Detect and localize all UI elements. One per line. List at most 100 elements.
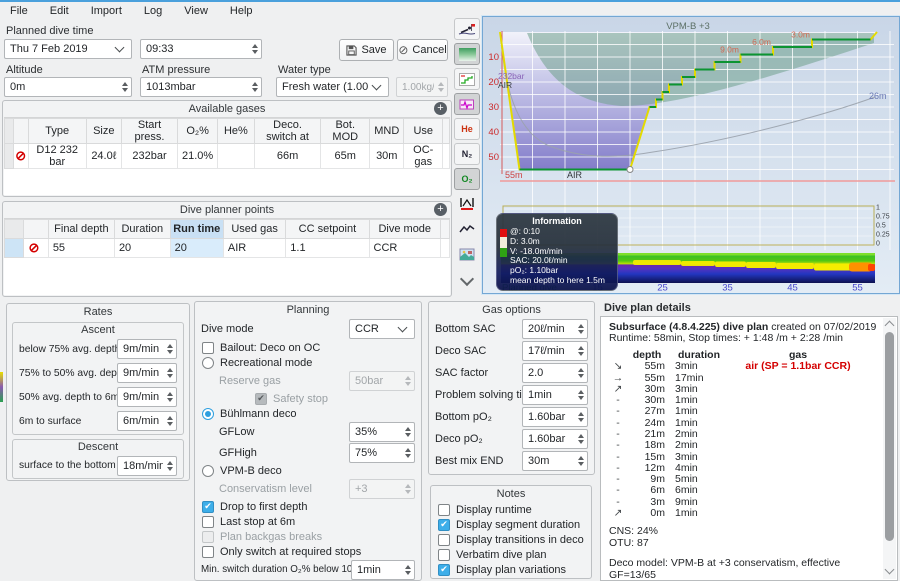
photos-icon[interactable] — [454, 243, 480, 265]
diver-icon[interactable] — [454, 18, 480, 40]
scrollbar-thumb[interactable] — [885, 332, 894, 541]
option-spinner[interactable]: 1.60bar — [522, 429, 588, 449]
column-header[interactable]: Bot. MOD — [321, 119, 370, 144]
table-cell[interactable]: D12 232 bar — [28, 144, 86, 169]
heart-rate-icon[interactable] — [454, 93, 480, 115]
column-header[interactable]: Run time — [170, 220, 223, 239]
only-switch-checkbox[interactable] — [202, 546, 214, 558]
column-header[interactable]: CC setpoint — [286, 220, 369, 239]
atm-pressure-spinner[interactable]: 1013mbar — [140, 77, 262, 97]
gflow-spinner[interactable]: 35% — [349, 422, 415, 442]
spinner-arrows[interactable] — [401, 376, 414, 386]
dive-date-select[interactable]: Thu 7 Feb 2019 — [4, 39, 132, 59]
spinner-arrows[interactable] — [574, 456, 587, 466]
column-header[interactable]: Start press. — [121, 119, 177, 144]
option-spinner[interactable]: 9m/min — [117, 363, 177, 383]
spinner-arrows[interactable] — [401, 448, 414, 458]
table-cell[interactable]: 65m — [321, 144, 370, 169]
profile-handle[interactable] — [627, 167, 633, 173]
spinner-arrows[interactable] — [434, 82, 447, 92]
menu-edit[interactable]: Edit — [50, 5, 69, 17]
option-spinner[interactable]: 6m/min — [117, 411, 177, 431]
spinner-arrows[interactable] — [574, 324, 587, 334]
column-header[interactable]: Final depth — [48, 220, 114, 239]
spinner-arrows[interactable] — [574, 390, 587, 400]
delete-point-icon[interactable] — [28, 240, 39, 255]
ceiling-3m-increments-icon[interactable] — [454, 68, 480, 90]
column-header[interactable]: Use — [404, 119, 443, 144]
water-type-select[interactable]: Fresh water (1.00kg/ℓ) — [276, 77, 389, 97]
table-cell[interactable]: 232bar — [121, 144, 177, 169]
option-spinner[interactable]: 1.60bar — [522, 407, 588, 427]
row-header[interactable] — [5, 239, 24, 258]
spinner-arrows[interactable] — [574, 346, 587, 356]
column-header[interactable]: Duration — [114, 220, 170, 239]
dive-time-spinner[interactable]: 09:33 — [140, 39, 262, 59]
spinner-arrows[interactable] — [401, 484, 414, 494]
column-header[interactable]: Deco. switch at — [254, 119, 321, 144]
spinner-arrows[interactable] — [248, 82, 261, 92]
bailout-checkbox[interactable] — [202, 342, 214, 354]
option-spinner[interactable]: 9m/min — [117, 387, 177, 407]
menu-import[interactable]: Import — [91, 5, 122, 17]
option-spinner[interactable]: 2.0 — [522, 363, 588, 383]
table-cell[interactable]: OC-gas — [404, 144, 443, 169]
delete-gas-icon[interactable] — [15, 148, 26, 163]
note-checkbox[interactable] — [438, 549, 450, 561]
option-spinner[interactable]: 20ℓ/min — [522, 319, 588, 339]
spinner-arrows[interactable] — [574, 368, 587, 378]
note-checkbox[interactable] — [438, 504, 450, 516]
nitrogen-pp-icon[interactable]: N₂ — [454, 143, 480, 165]
ruler-icon[interactable] — [454, 193, 480, 215]
table-cell[interactable]: 66m — [254, 144, 321, 169]
drop-to-first-depth-checkbox[interactable] — [202, 501, 214, 513]
row-header[interactable] — [5, 144, 14, 169]
spinner-arrows[interactable] — [574, 412, 587, 422]
table-cell[interactable]: 20 — [114, 239, 170, 258]
gas-row[interactable]: D12 232 bar24.0ℓ232bar21.0%66m65m30mOC-g… — [5, 144, 450, 169]
table-cell[interactable]: CCR — [369, 239, 440, 258]
spinner-arrows[interactable] — [574, 434, 587, 444]
tissue-saturation-icon[interactable] — [454, 218, 480, 240]
option-spinner[interactable]: 1min — [522, 385, 588, 405]
column-header[interactable]: O₂% — [178, 119, 218, 144]
menu-file[interactable]: File — [10, 5, 28, 17]
cancel-button[interactable]: ⊘ Cancel — [397, 39, 448, 61]
helium-pp-icon[interactable]: He — [454, 118, 480, 140]
option-spinner[interactable]: 30m — [522, 451, 588, 471]
spinner-arrows[interactable] — [401, 427, 414, 437]
min-switch-spinner[interactable]: 1min — [351, 560, 415, 580]
scroll-up-arrow[interactable] — [885, 321, 895, 331]
menu-help[interactable]: Help — [230, 5, 253, 17]
scroll-down-arrow[interactable] — [885, 565, 895, 575]
column-header[interactable]: Used gas — [223, 220, 285, 239]
option-spinner[interactable]: 9m/min — [117, 339, 177, 359]
option-spinner[interactable]: 18m/min — [117, 456, 177, 476]
last-stop-6m-checkbox[interactable] — [202, 516, 214, 528]
note-checkbox[interactable] — [438, 534, 450, 546]
note-checkbox[interactable] — [438, 519, 450, 531]
add-dive-point-button[interactable] — [434, 203, 447, 216]
gfhigh-spinner[interactable]: 75% — [349, 443, 415, 463]
details-scrollbar[interactable] — [883, 318, 896, 579]
spinner-arrows[interactable] — [163, 416, 176, 426]
spinner-arrows[interactable] — [401, 565, 414, 575]
ceiling-gradient-icon[interactable] — [454, 43, 480, 65]
table-cell[interactable]: AIR — [223, 239, 285, 258]
dive-point-row[interactable]: 552020AIR1.1CCR — [5, 239, 450, 258]
spinner-arrows[interactable] — [248, 44, 261, 54]
oxygen-pp-icon[interactable]: O₂ — [454, 168, 480, 190]
column-header[interactable]: Size — [86, 119, 121, 144]
column-header[interactable]: MND — [370, 119, 404, 144]
table-cell[interactable]: 21.0% — [178, 144, 218, 169]
table-cell[interactable] — [218, 144, 255, 169]
column-header[interactable]: He% — [218, 119, 255, 144]
buhlmann-radio[interactable] — [202, 408, 214, 420]
table-cell[interactable]: 24.0ℓ — [86, 144, 121, 169]
save-button[interactable]: Save — [339, 39, 394, 61]
add-gas-button[interactable] — [434, 102, 447, 115]
spinner-arrows[interactable] — [163, 344, 176, 354]
dive-mode-select[interactable]: CCR — [349, 319, 415, 339]
scroll-down-icon[interactable] — [460, 272, 474, 286]
recreational-radio[interactable] — [202, 357, 214, 369]
